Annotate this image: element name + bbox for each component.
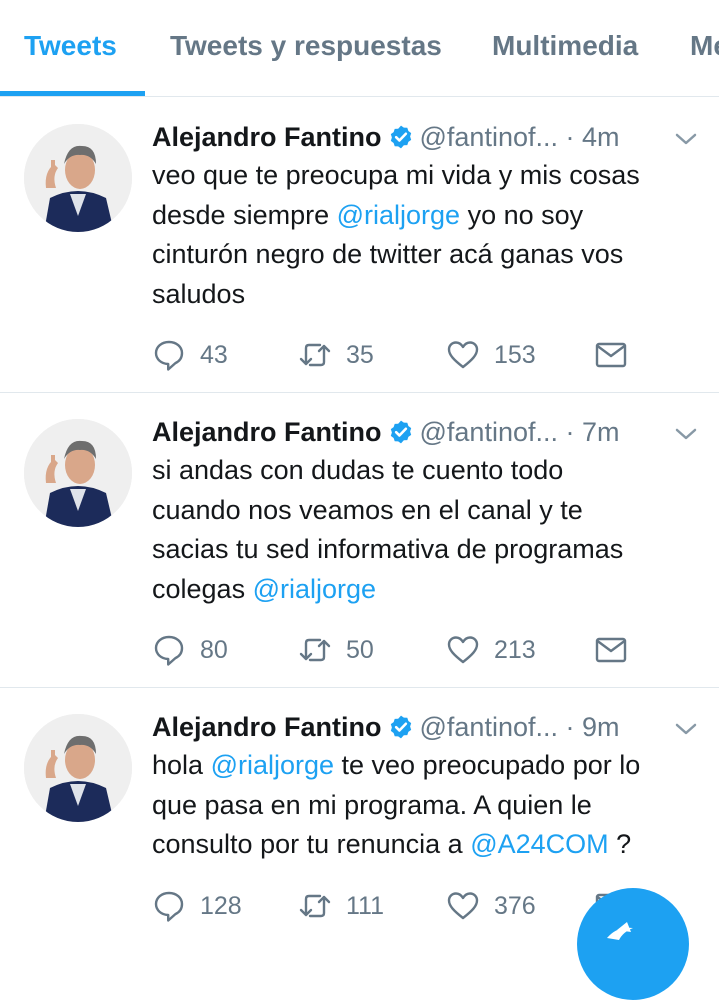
like-button[interactable]: 213	[446, 633, 536, 667]
retweet-count: 111	[346, 891, 385, 920]
tweet-header: Alejandro Fantino @fantinof... · 7m	[152, 415, 620, 449]
direct-message-icon	[595, 637, 627, 663]
reply-count: 80	[200, 635, 228, 664]
tweet[interactable]: Alejandro Fantino @fantinof... · 7m si an…	[0, 393, 719, 688]
author-handle[interactable]: @fantinof...	[420, 417, 558, 447]
like-count: 376	[494, 891, 536, 920]
mention-link[interactable]: @rialjorge	[211, 750, 334, 780]
compose-tweet-button[interactable]	[577, 888, 689, 1000]
like-icon	[447, 636, 479, 664]
chevron-down-icon[interactable]	[675, 722, 697, 736]
mention-link[interactable]: @rialjorge	[337, 200, 460, 230]
like-count: 153	[494, 340, 536, 369]
author-name[interactable]: Alejandro Fantino	[152, 417, 382, 447]
avatar[interactable]	[24, 714, 132, 822]
direct-message-icon	[595, 342, 627, 368]
tab-media[interactable]: Multimedia	[492, 30, 638, 62]
avatar[interactable]	[24, 419, 132, 527]
chevron-down-icon[interactable]	[675, 132, 697, 146]
tweet[interactable]: Alejandro Fantino @fantinof... · 4m veo q…	[0, 98, 719, 393]
tweet-text: si andas con dudas te cuento todo cuando…	[152, 451, 707, 609]
tweet-text: veo que te preocupa mi vida y mis cosas …	[152, 156, 707, 314]
profile-tabs: Tweets Tweets y respuestas Multimedia Me	[0, 0, 719, 97]
tweet-text-segment: si andas con dudas te cuento todo cuando…	[152, 455, 624, 604]
active-tab-indicator	[0, 91, 145, 96]
tab-likes[interactable]: Me	[690, 30, 719, 62]
retweet-icon	[299, 343, 331, 367]
avatar[interactable]	[24, 124, 132, 232]
direct-message-button[interactable]	[594, 633, 628, 667]
reply-count: 128	[200, 891, 242, 920]
verified-badge-icon	[390, 715, 411, 739]
compose-tweet-icon	[607, 922, 633, 940]
reply-button[interactable]: 80	[152, 633, 228, 667]
tweet-time[interactable]: · 7m	[566, 417, 620, 447]
author-handle[interactable]: @fantinof...	[420, 122, 558, 152]
mention-link[interactable]: @rialjorge	[253, 574, 376, 604]
reply-count: 43	[200, 340, 228, 369]
like-icon	[447, 892, 479, 920]
verified-badge-icon	[390, 125, 411, 149]
tweet-header: Alejandro Fantino @fantinof... · 4m	[152, 120, 620, 154]
tab-tweets-and-replies[interactable]: Tweets y respuestas	[170, 30, 442, 62]
tweet-text-segment: ?	[608, 829, 632, 859]
tweet-text: hola @rialjorge te veo preocupado por lo…	[152, 746, 707, 865]
tab-tweets[interactable]: Tweets	[24, 30, 117, 62]
author-name[interactable]: Alejandro Fantino	[152, 122, 382, 152]
retweet-button[interactable]: 50	[298, 633, 374, 667]
reply-icon	[154, 340, 184, 371]
tweet-time[interactable]: · 9m	[566, 712, 620, 742]
retweet-button[interactable]: 35	[298, 338, 374, 372]
verified-badge-icon	[390, 420, 411, 444]
like-icon	[447, 341, 479, 369]
author-name[interactable]: Alejandro Fantino	[152, 712, 382, 742]
direct-message-button[interactable]	[594, 338, 628, 372]
like-button[interactable]: 153	[446, 338, 536, 372]
like-button[interactable]: 376	[446, 889, 536, 923]
reply-icon	[154, 891, 184, 922]
tweet-time[interactable]: · 4m	[566, 122, 620, 152]
tweet-header: Alejandro Fantino @fantinof... · 9m	[152, 710, 620, 744]
reply-icon	[154, 635, 184, 666]
retweet-icon	[299, 638, 331, 662]
retweet-count: 50	[346, 635, 374, 664]
mention-link[interactable]: @A24COM	[470, 829, 608, 859]
like-count: 213	[494, 635, 536, 664]
retweet-icon	[299, 894, 331, 918]
retweet-button[interactable]: 111	[298, 889, 384, 923]
reply-button[interactable]: 43	[152, 338, 228, 372]
author-handle[interactable]: @fantinof...	[420, 712, 558, 742]
tweet-text-segment: hola	[152, 750, 211, 780]
chevron-down-icon[interactable]	[675, 427, 697, 441]
retweet-count: 35	[346, 340, 374, 369]
reply-button[interactable]: 128	[152, 889, 242, 923]
